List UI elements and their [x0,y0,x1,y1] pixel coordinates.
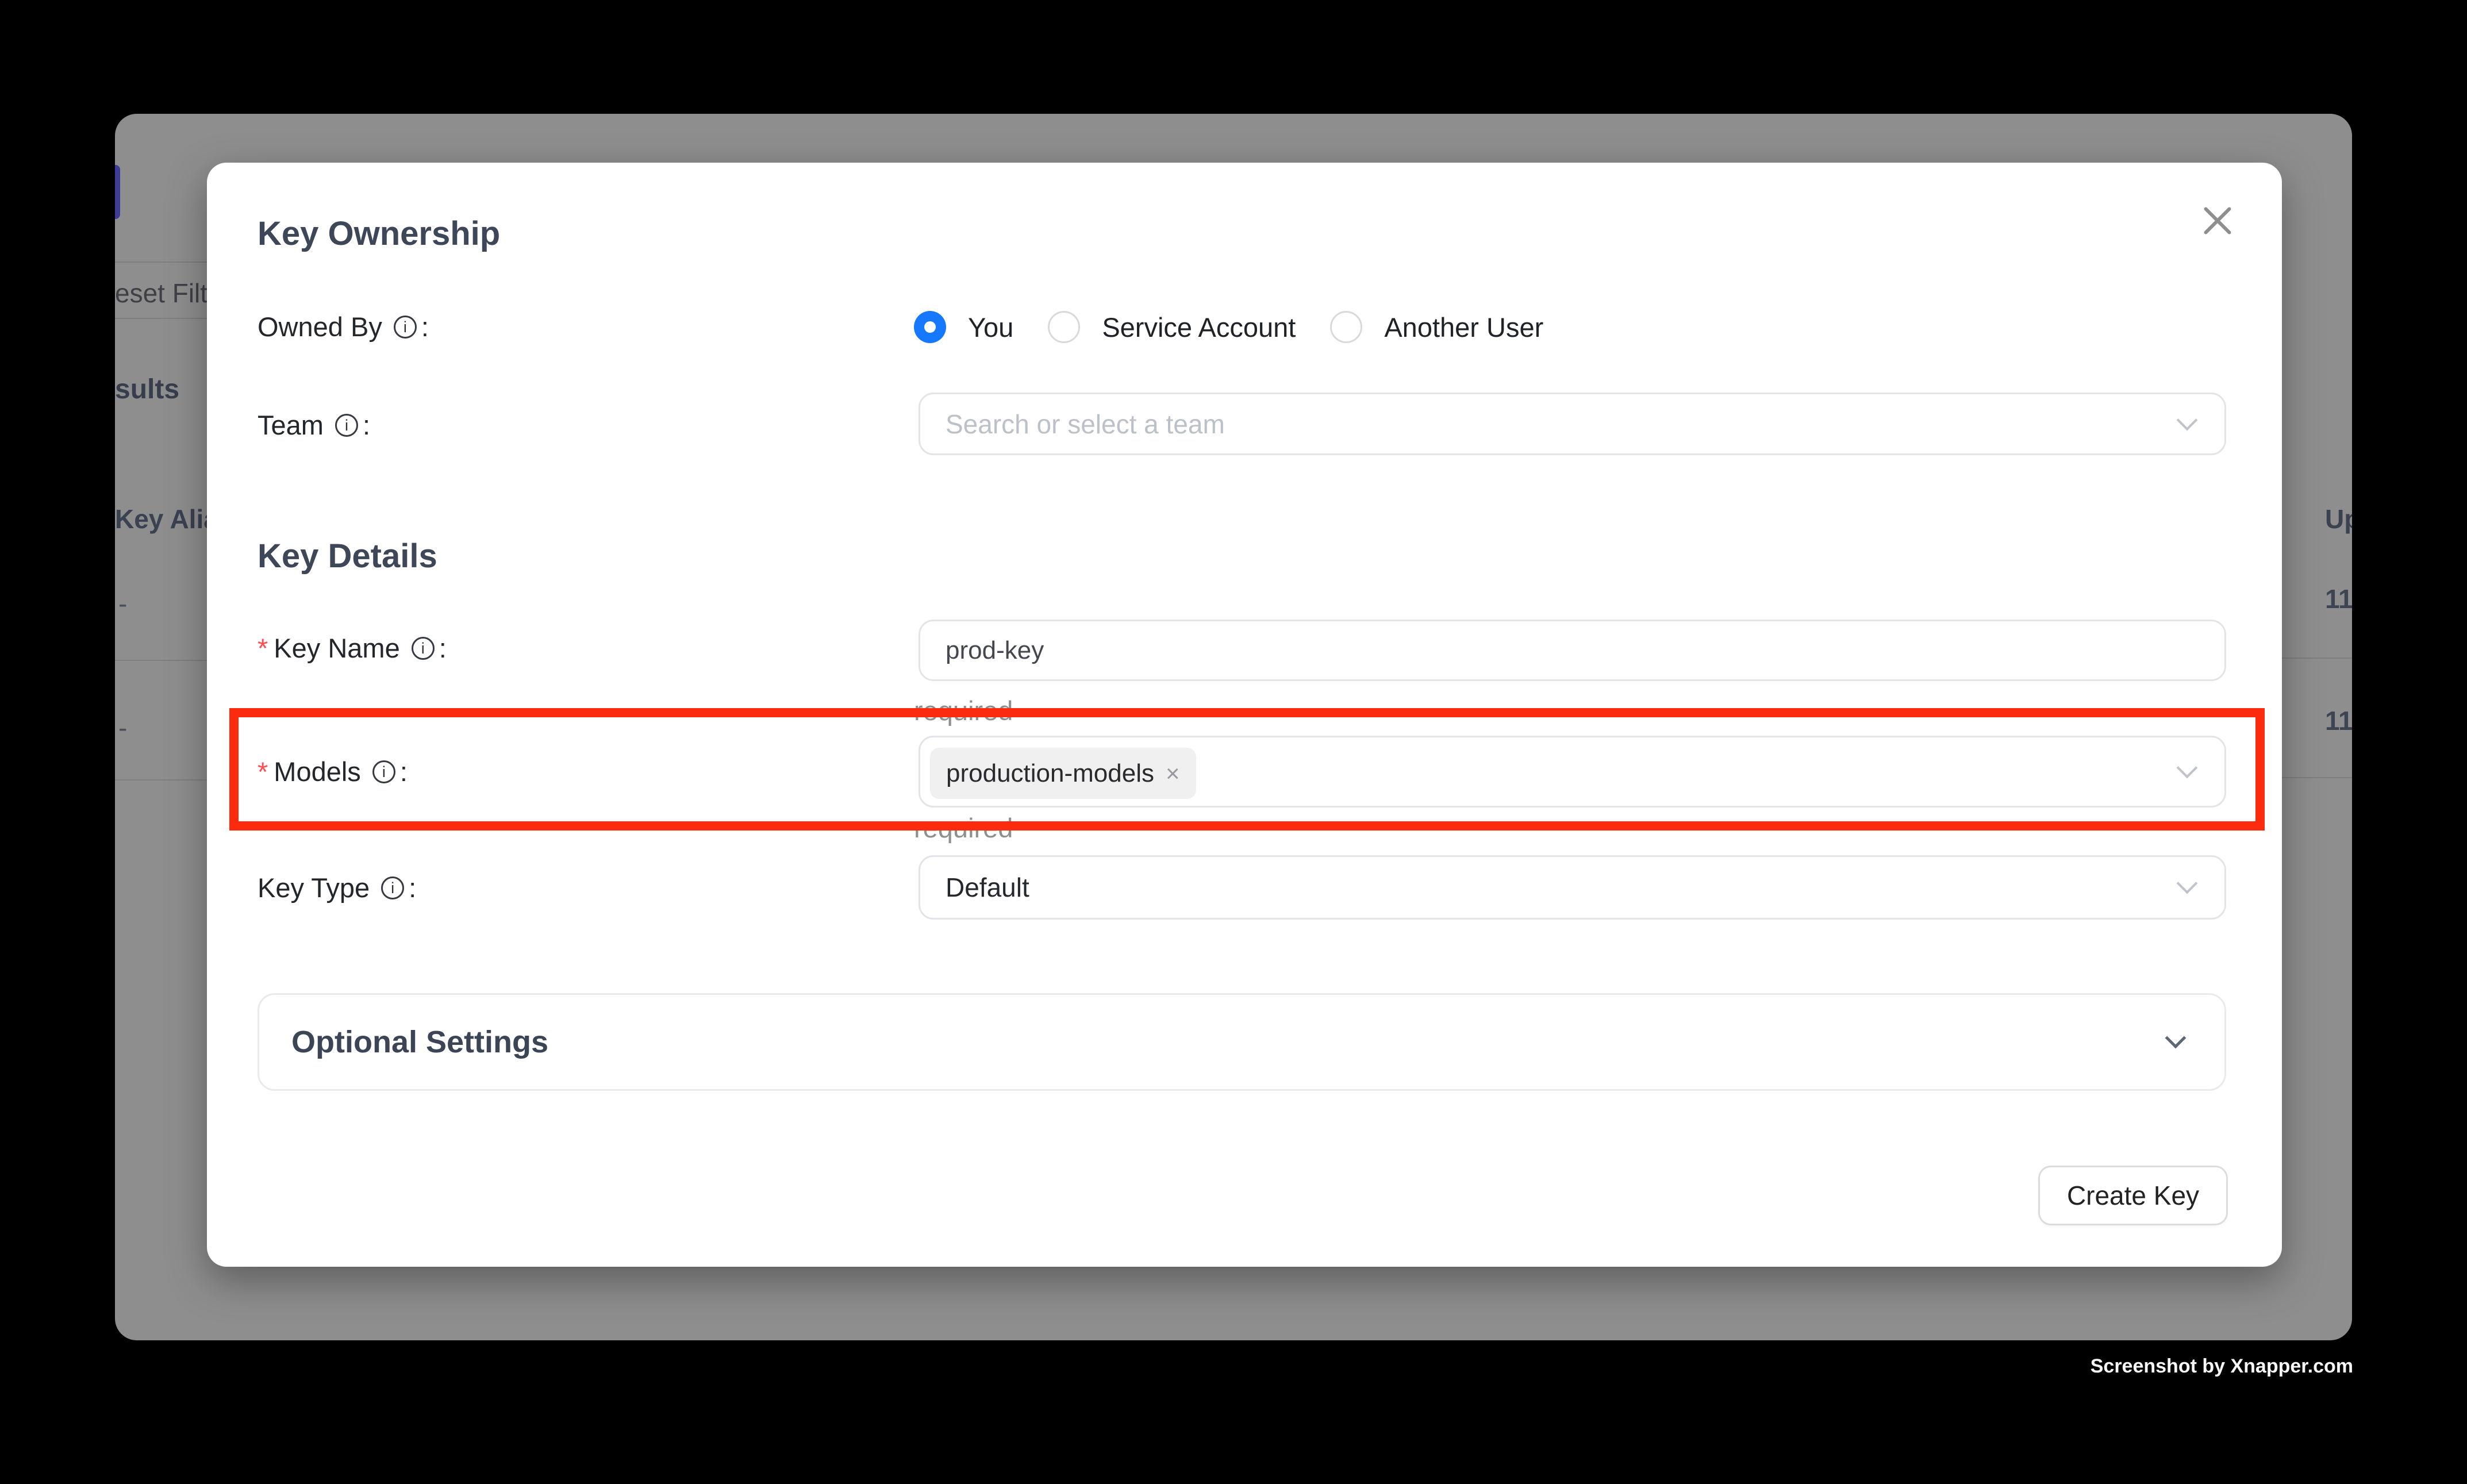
info-icon[interactable]: i [394,316,417,339]
radio-circle [1048,311,1080,343]
chevron-down-icon [2177,409,2198,430]
label-colon: : [421,311,429,343]
owned-by-label-text: Owned By [258,311,382,343]
optional-settings-title: Optional Settings [291,1024,548,1060]
label-colon: : [363,409,370,441]
info-icon[interactable]: i [412,637,435,660]
team-select-placeholder: Search or select a team [946,409,1225,440]
radio-circle [1330,311,1362,343]
divider [2282,658,2352,659]
key-name-label: * Key Name i : [258,632,447,664]
create-key-button-fragment [115,165,120,219]
page-background: eset Filt sults Key Alia Up - 11/ - 11/ … [0,0,2467,1484]
info-glyph: i [421,641,425,656]
owned-by-label: Owned By i : [258,311,429,343]
chevron-down-icon [2177,873,2198,894]
divider [115,262,210,263]
radio-circle-selected [914,311,946,343]
key-type-select[interactable]: Default [919,855,2226,920]
table-cell-key-alias: - [118,586,127,621]
radio-label: Service Account [1102,312,1296,343]
table-cell-updated: 11/ [2325,582,2352,616]
radio-option-service-account[interactable]: Service Account [1048,311,1296,343]
chevron-down-icon [2165,1028,2187,1049]
divider [2282,777,2352,778]
key-name-label-text: Key Name [274,632,399,664]
create-key-button[interactable]: Create Key [2038,1166,2228,1225]
info-glyph: i [391,881,394,896]
radio-label: You [968,312,1013,343]
divider [115,318,210,319]
optional-settings-panel[interactable]: Optional Settings [258,993,2226,1091]
team-label: Team i : [258,409,370,441]
key-alias-column-header: Key Alia [115,501,210,537]
team-select[interactable]: Search or select a team [919,393,2226,455]
info-glyph: i [345,418,348,433]
key-type-label: Key Type i : [258,872,416,904]
close-icon[interactable] [2197,200,2238,241]
key-type-value: Default [946,872,1029,903]
key-name-input[interactable]: prod-key [919,620,2226,681]
table-cell-key-alias: - [118,710,127,745]
info-icon[interactable]: i [335,414,358,437]
watermark-text: Screenshot by Xnapper.com [2091,1355,2353,1378]
label-colon: : [439,632,447,664]
table-cell-updated: 11/ [2325,703,2352,738]
radio-option-you[interactable]: You [914,311,1013,343]
divider [115,779,210,781]
key-details-title: Key Details [258,537,437,575]
label-colon: : [409,872,416,904]
create-key-button-label: Create Key [2067,1180,2199,1211]
key-type-label-text: Key Type [258,872,370,904]
reset-filters-fragment: eset Filt [115,274,210,313]
team-label-text: Team [258,409,324,441]
key-ownership-title: Key Ownership [258,215,500,253]
info-glyph: i [404,320,407,335]
divider [115,660,210,661]
radio-label: Another User [1384,312,1543,343]
required-marker: * [258,632,268,664]
annotation-highlight-box [229,708,2265,831]
owned-by-radio-group: You Service Account Another User [914,310,1578,344]
info-icon[interactable]: i [381,876,404,899]
results-count-fragment: sults [115,370,210,409]
key-name-value: prod-key [946,636,1044,665]
radio-option-another-user[interactable]: Another User [1330,311,1543,343]
updated-column-header: Up [2325,501,2352,537]
